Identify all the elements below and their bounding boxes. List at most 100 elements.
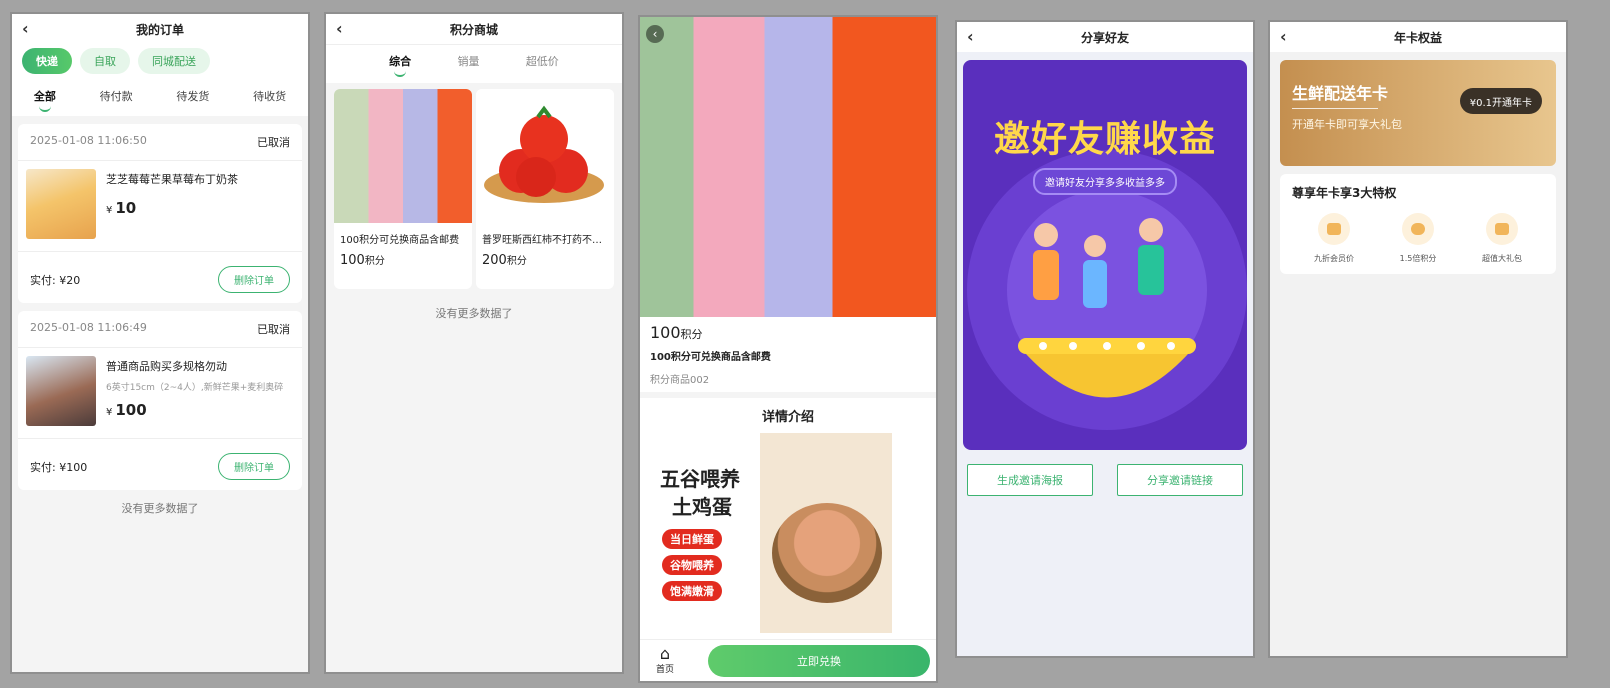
poster-subtitle: 邀请好友分享多多收益多多 <box>1033 168 1177 195</box>
chip-pickup[interactable]: 自取 <box>80 48 130 74</box>
generate-poster-button[interactable]: 生成邀请海报 <box>967 464 1093 496</box>
detail-headline: 五谷喂养 <box>660 467 740 491</box>
page-title: 分享好友 <box>1080 30 1129 45</box>
share-actions: 生成邀请海报 分享邀请链接 <box>957 458 1253 502</box>
perk-item: 九折会员价 <box>1299 213 1369 264</box>
product-points: 100积分 <box>650 323 703 342</box>
order-tabs: 全部 待付款 待发货 待收货 <box>12 82 308 116</box>
tab-lowest-price[interactable]: 超低价 <box>526 53 559 69</box>
back-icon[interactable]: ‹ <box>336 20 354 38</box>
product-grid: 100积分可兑换商品含邮费 100积分 普罗旺斯西红柿不打药不… 200积分 <box>326 83 622 295</box>
vip-divider <box>1292 108 1378 109</box>
navbar: ‹ 积分商城 <box>326 14 622 44</box>
perk-label: 九折会员价 <box>1314 254 1354 263</box>
tab-pending-payment[interactable]: 待付款 <box>100 88 133 104</box>
back-icon[interactable]: ‹ <box>1280 28 1298 46</box>
product-name: 普通商品购买多规格勿动 <box>106 360 227 373</box>
product-hero-image: ‹ <box>640 17 936 317</box>
navbar: ‹ 我的订单 <box>12 14 308 44</box>
order-time: 2025-01-08 11:06:50 <box>30 134 147 147</box>
delete-order-button[interactable]: 删除订单 <box>218 453 290 480</box>
order-item[interactable]: 芝芝莓莓芒果草莓布丁奶茶 ¥10 <box>18 161 302 252</box>
order-footer: 实付: ¥100 删除订单 <box>18 439 302 490</box>
detail-tag: 谷物喂养 <box>662 555 722 575</box>
coins-icon <box>1402 213 1434 245</box>
eggs-basket <box>772 503 882 603</box>
sort-tabs: 综合 销量 超低价 <box>326 44 622 83</box>
product-thumbnail <box>26 356 96 426</box>
share-link-button[interactable]: 分享邀请链接 <box>1117 464 1243 496</box>
product-price: ¥100 <box>106 401 147 419</box>
gift-icon <box>1486 213 1518 245</box>
share-screen: ‹ 分享好友 邀好友赚收益 邀请好友分享多多收益多多 生成邀请海报 分享邀请链接 <box>955 20 1255 658</box>
product-name: 100积分可兑换商品含邮费 <box>650 352 771 363</box>
back-icon[interactable]: ‹ <box>646 25 664 43</box>
page-title: 我的订单 <box>135 22 184 37</box>
back-icon[interactable]: ‹ <box>22 20 40 38</box>
delivery-chips: 快递 自取 同城配送 <box>12 44 308 82</box>
paid-amount: 实付: ¥20 <box>30 273 81 287</box>
product-card[interactable]: 普罗旺斯西红柿不打药不… 200积分 <box>476 89 614 289</box>
product-spec: 6英寸15cm（2~4人）,新鲜芒果+麦利奥碎 <box>106 383 284 393</box>
poster-title: 邀好友赚收益 <box>993 119 1216 160</box>
back-icon[interactable]: ‹ <box>967 28 985 46</box>
perk-label: 超值大礼包 <box>1482 254 1522 263</box>
tab-all[interactable]: 全部 <box>34 88 56 104</box>
product-card[interactable]: 100积分可兑换商品含邮费 100积分 <box>334 89 472 289</box>
page-title: 积分商城 <box>449 22 498 37</box>
order-card: 2025-01-08 11:06:49 已取消 普通商品购买多规格勿动 6英寸1… <box>18 311 302 490</box>
navbar: ‹ 年卡权益 <box>1270 22 1566 52</box>
delete-order-button[interactable]: 删除订单 <box>218 266 290 293</box>
perks-list: 九折会员价 1.5倍积分 超值大礼包 <box>1292 213 1544 264</box>
order-status: 已取消 <box>257 136 290 149</box>
no-more-text: 没有更多数据了 <box>435 307 513 320</box>
tab-pending-shipment[interactable]: 待发货 <box>176 88 209 104</box>
tomato-icon <box>484 105 604 203</box>
order-header: 2025-01-08 11:06:49 已取消 <box>18 311 302 348</box>
perk-item: 超值大礼包 <box>1467 213 1537 264</box>
open-annual-card-button[interactable]: ¥0.1开通年卡 <box>1459 88 1542 114</box>
paid-amount: 实付: ¥100 <box>30 460 88 474</box>
perk-label: 1.5倍积分 <box>1399 254 1437 263</box>
points-mall-screen: ‹ 积分商城 综合 销量 超低价 100积分可兑换商品含邮费 100积分 普罗旺… <box>324 12 624 674</box>
product-name: 芝芝莓莓芒果草莓布丁奶茶 <box>106 173 238 186</box>
tab-overall[interactable]: 综合 <box>389 53 411 69</box>
tab-sales[interactable]: 销量 <box>457 53 479 69</box>
chip-express[interactable]: 快递 <box>22 48 72 74</box>
bottom-bar: ⌂ 首页 立即兑换 <box>640 639 936 681</box>
invite-poster: 邀好友赚收益 邀请好友分享多多收益多多 <box>963 60 1247 450</box>
order-header: 2025-01-08 11:06:50 已取消 <box>18 124 302 161</box>
page-title: 年卡权益 <box>1393 30 1442 45</box>
navbar: ‹ 分享好友 <box>957 22 1253 52</box>
discount-icon <box>1318 213 1350 245</box>
perks-title: 尊享年卡享3大特权 <box>1292 186 1397 200</box>
home-tab[interactable]: ⌂ 首页 <box>640 644 690 676</box>
order-status: 已取消 <box>257 323 290 336</box>
tab-pending-receipt[interactable]: 待收货 <box>253 88 286 104</box>
product-image <box>476 89 614 223</box>
product-summary: 100积分 100积分可兑换商品含邮费 积分商品002 <box>640 317 936 398</box>
vip-title: 生鲜配送年卡 <box>1292 84 1389 103</box>
perk-item: 1.5倍积分 <box>1383 213 1453 264</box>
product-points: 100积分 <box>340 253 385 268</box>
product-title: 100积分可兑换商品含邮费 <box>340 235 460 246</box>
product-image <box>334 89 472 223</box>
vip-card: 生鲜配送年卡 开通年卡即可享大礼包 ¥0.1开通年卡 <box>1280 60 1556 166</box>
detail-image: 五谷喂养 土鸡蛋 当日鲜蛋 谷物喂养 饱满嫩滑 <box>652 433 892 633</box>
product-detail-screen: ‹ 100积分 100积分可兑换商品含邮费 积分商品002 详情介绍 五谷喂养 … <box>638 15 938 683</box>
exchange-button[interactable]: 立即兑换 <box>708 644 930 677</box>
home-icon: ⌂ <box>659 644 671 663</box>
detail-heading: 详情介绍 <box>761 410 814 425</box>
order-item[interactable]: 普通商品购买多规格勿动 6英寸15cm（2~4人）,新鲜芒果+麦利奥碎 ¥100 <box>18 348 302 439</box>
chip-local-delivery[interactable]: 同城配送 <box>138 48 210 74</box>
order-card: 2025-01-08 11:06:50 已取消 芝芝莓莓芒果草莓布丁奶茶 ¥10… <box>18 124 302 303</box>
order-footer: 实付: ¥20 删除订单 <box>18 252 302 303</box>
product-code: 积分商品002 <box>650 375 710 386</box>
vip-subtitle: 开通年卡即可享大礼包 <box>1292 118 1402 131</box>
detail-tag: 当日鲜蛋 <box>662 529 722 549</box>
detail-tag: 饱满嫩滑 <box>662 581 722 601</box>
home-label: 首页 <box>655 665 674 675</box>
product-points: 200积分 <box>482 253 527 268</box>
orders-screen: ‹ 我的订单 快递 自取 同城配送 全部 待付款 待发货 待收货 2025-01… <box>10 12 310 674</box>
no-more-text: 没有更多数据了 <box>121 502 199 515</box>
